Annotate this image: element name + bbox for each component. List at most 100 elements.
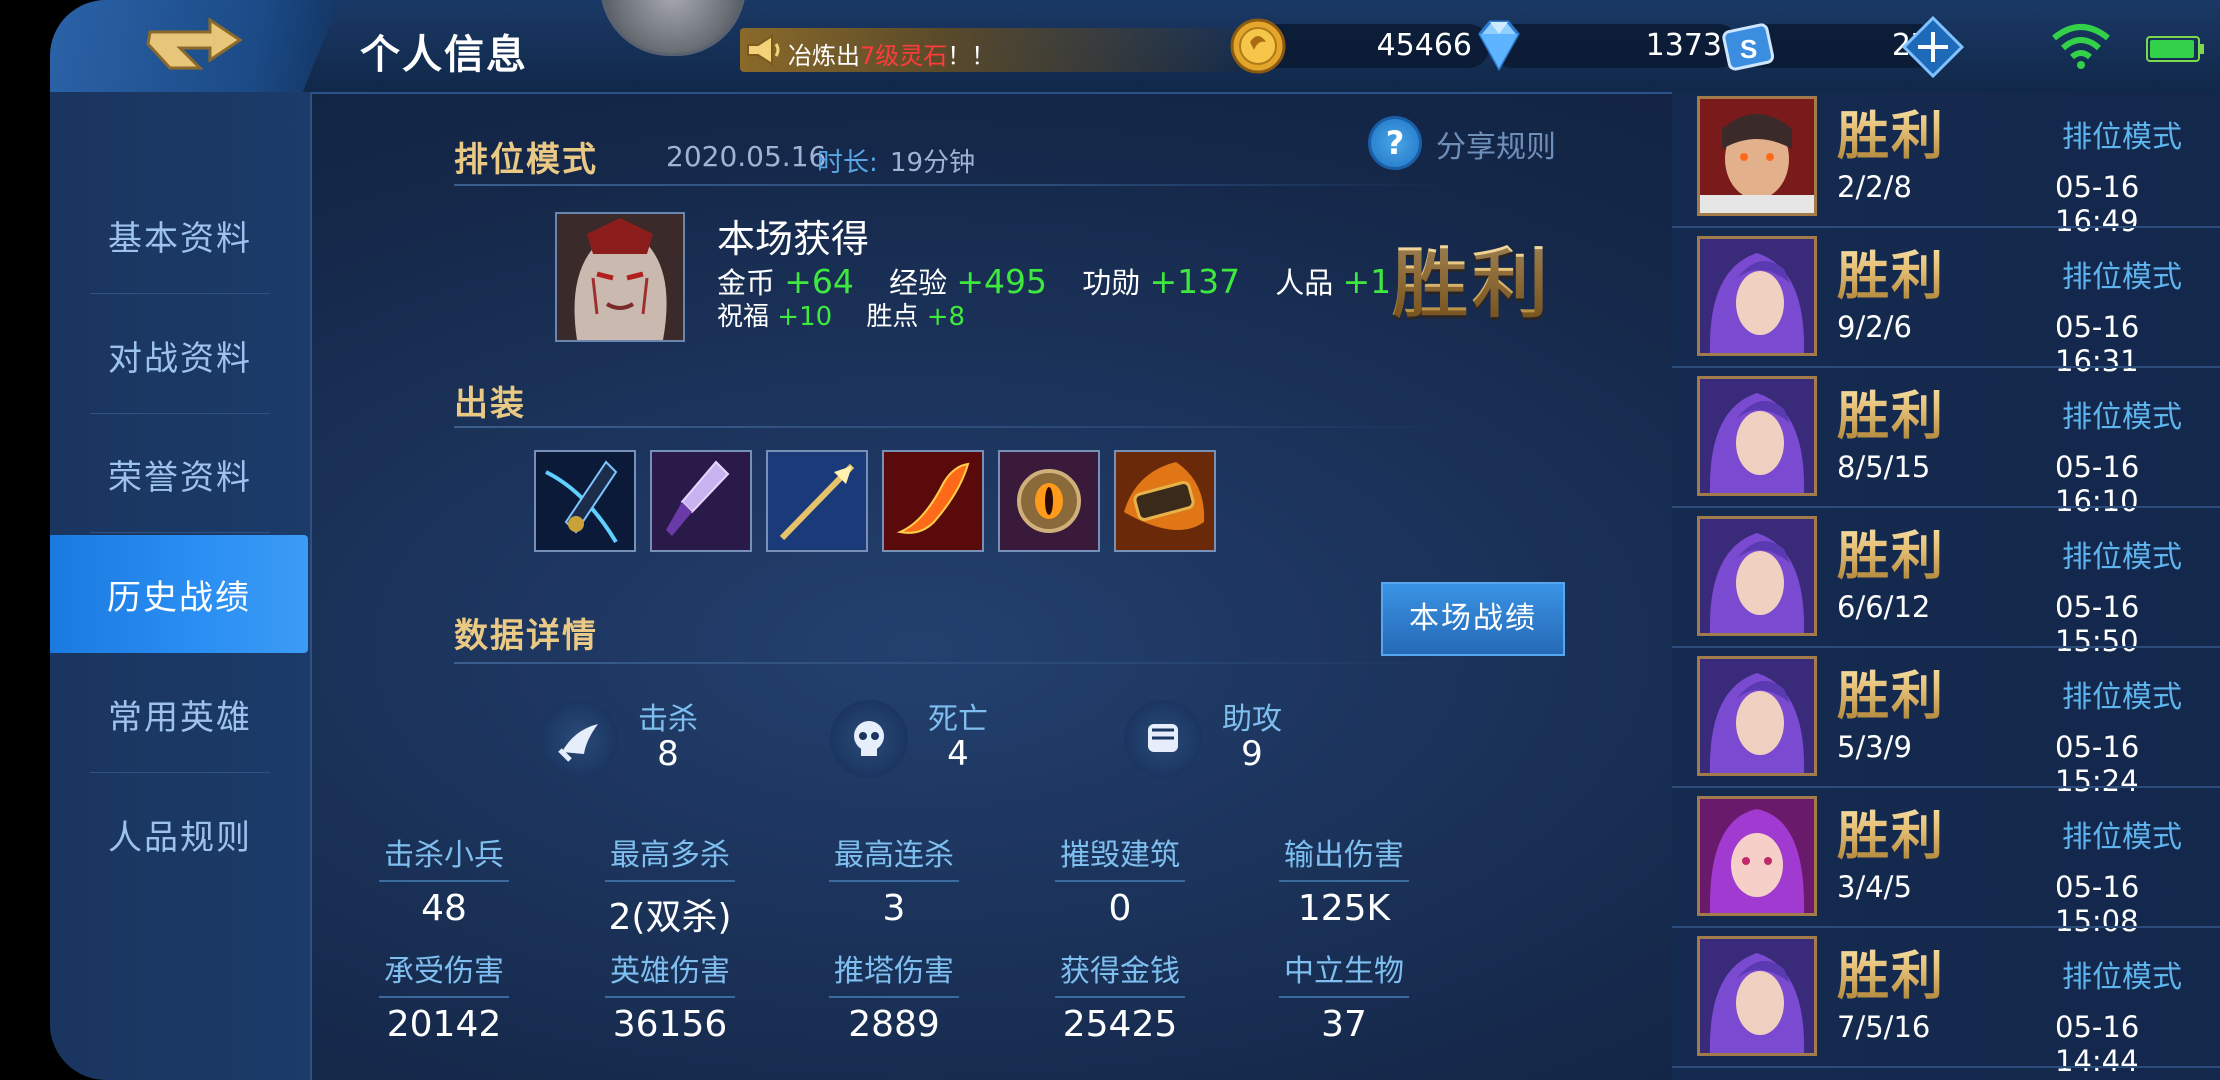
match-date: 2020.05.16 [666, 140, 827, 173]
hero-portrait [1697, 796, 1817, 916]
back-button[interactable] [50, 0, 340, 100]
purple-dagger-icon[interactable] [650, 450, 752, 552]
stat-damage-taken: 承受伤害 20142 [344, 946, 544, 1045]
divider [454, 426, 1454, 428]
divider [454, 662, 1454, 664]
stat-neutral-creeps: 中立生物 37 [1244, 946, 1444, 1045]
sword-icon [540, 700, 618, 778]
stat-value: 48 [421, 888, 467, 929]
stat-label: 击杀小兵 [384, 838, 504, 873]
history-mode: 排位模式 [2062, 540, 2182, 575]
skull-icon [830, 700, 908, 778]
diamond-amount: 1373 [1645, 28, 1722, 63]
history-kda: 9/2/6 [1837, 310, 1912, 344]
history-mode: 排位模式 [2062, 680, 2182, 715]
diamond-icon [1478, 20, 1520, 72]
stat-buildings-destroyed: 摧毁建筑 0 [1020, 830, 1220, 929]
history-result: 胜利 [1837, 654, 1945, 729]
sidebar-item-label: 荣誉资料 [108, 457, 252, 498]
announcement-text: 冶炼出7级灵石！！ [788, 36, 995, 71]
share-rules-link[interactable]: 分享规则 [1436, 122, 1556, 166]
merit-reward-value: +137 [1149, 262, 1241, 301]
add-currency-button[interactable] [1902, 16, 1964, 78]
wifi-icon [2052, 24, 2110, 69]
equipment-row [534, 450, 1454, 552]
assists-value: 9 [1241, 734, 1263, 774]
stat-label: 中立生物 [1284, 954, 1404, 989]
history-result: 胜利 [1837, 794, 1945, 869]
sidebar-item-battle-info[interactable]: 对战资料 [50, 296, 310, 414]
hero-portrait [1697, 236, 1817, 356]
history-kda: 2/2/8 [1837, 170, 1912, 204]
svg-text:S: S [1740, 34, 1757, 64]
sidebar-item-karma-rules[interactable]: 人品规则 [50, 775, 310, 893]
karma-reward-value: +1 [1342, 262, 1392, 301]
duration-value: 19分钟 [890, 148, 976, 178]
data-details-title: 数据详情 [454, 616, 598, 656]
history-item[interactable]: 胜利 排位模式 3/4/5 05-16 15:08 [1672, 792, 2220, 938]
history-item[interactable]: 胜利 排位模式 9/2/6 05-16 16:31 [1672, 232, 2220, 378]
stat-value: 2(双杀) [608, 897, 732, 938]
sidebar-item-match-history[interactable]: 历史战绩 [50, 535, 308, 653]
equipment-title: 出装 [454, 384, 526, 424]
stat-value: 20142 [386, 1004, 502, 1045]
help-icon[interactable]: ? [1368, 116, 1422, 170]
stat-label: 英雄伤害 [610, 954, 730, 989]
announcement-banner: 冶炼出7级灵石！！ [740, 28, 1240, 72]
sidebar-item-common-heroes[interactable]: 常用英雄 [50, 655, 310, 773]
history-result: 胜利 [1837, 934, 1945, 1009]
sidebar-item-label: 人品规则 [108, 817, 252, 858]
shadow-blade-icon[interactable] [534, 450, 636, 552]
gold-counter: 45466 [1230, 18, 1490, 74]
history-item[interactable]: 胜利 排位模式 7/5/16 05-16 14:44 [1672, 932, 2220, 1078]
history-item[interactable]: 胜利 排位模式 6/6/12 05-16 15:50 [1672, 512, 2220, 658]
history-result: 胜利 [1837, 234, 1945, 309]
stat-label: 最高多杀 [610, 838, 730, 873]
history-mode: 排位模式 [2062, 820, 2182, 855]
gold-reward-label: 金币 [717, 266, 776, 300]
exp-reward-label: 经验 [889, 266, 948, 300]
history-item[interactable]: 胜利 排位模式 8/5/15 05-16 16:10 [1672, 372, 2220, 518]
victory-banner: 胜利 [1392, 222, 1552, 332]
hero-portrait [1697, 376, 1817, 496]
gold-amount: 45466 [1376, 28, 1472, 63]
history-result: 胜利 [1837, 514, 1945, 589]
sidebar-item-basic-info[interactable]: 基本资料 [50, 176, 310, 294]
announcement-prefix: 冶炼出 [788, 42, 860, 70]
stat-value: 125K [1297, 888, 1391, 929]
kills-value: 8 [657, 734, 679, 774]
match-stats-button[interactable]: 本场战绩 [1381, 582, 1565, 656]
flame-blade-icon[interactable] [882, 450, 984, 552]
eye-shield-icon[interactable] [998, 450, 1100, 552]
fire-cannon-icon[interactable] [1114, 450, 1216, 552]
history-kda: 3/4/5 [1837, 870, 1912, 904]
back-arrow-icon [146, 17, 243, 70]
history-result: 胜利 [1837, 374, 1945, 449]
stat-gold-earned: 获得金钱 25425 [1020, 946, 1220, 1045]
stat-max-killstreak: 最高连杀 3 [794, 830, 994, 929]
fist-icon [1124, 700, 1202, 778]
stat-max-multikill: 最高多杀 2(双杀) [570, 830, 770, 940]
history-mode: 排位模式 [2062, 260, 2182, 295]
announcement-suffix: ！！ [947, 42, 996, 70]
page-title: 个人信息 [360, 32, 528, 78]
stat-tower-damage: 推塔伤害 2889 [794, 946, 994, 1045]
hero-portrait [1697, 936, 1817, 1056]
game-screen: 个人信息 冶炼出7级灵石！！ 45466 1373 S 基本资料 对战资料 荣誉… [50, 0, 2220, 1080]
earnings-title: 本场获得 [717, 217, 870, 261]
kills-stat: 击杀 8 [540, 688, 740, 778]
sidebar: 基本资料 对战资料 荣誉资料 历史战绩 常用英雄 人品规则 [50, 92, 312, 1080]
hero-portrait [1697, 516, 1817, 636]
assists-label: 助攻 [1222, 702, 1282, 737]
stat-label: 承受伤害 [384, 954, 504, 989]
sidebar-item-honor-info[interactable]: 荣誉资料 [50, 415, 310, 533]
history-item[interactable]: 胜利 排位模式 2/2/8 05-16 16:49 [1672, 92, 2220, 238]
golden-spear-icon[interactable] [766, 450, 868, 552]
history-item[interactable]: 胜利 排位模式 5/3/9 05-16 15:24 [1672, 652, 2220, 798]
stat-value: 36156 [612, 1004, 728, 1045]
duration-label: 时长: [817, 148, 878, 178]
battery-icon [2146, 36, 2204, 62]
deaths-value: 4 [947, 734, 969, 774]
stat-hero-damage: 英雄伤害 36156 [570, 946, 770, 1045]
history-kda: 8/5/15 [1837, 450, 1931, 484]
